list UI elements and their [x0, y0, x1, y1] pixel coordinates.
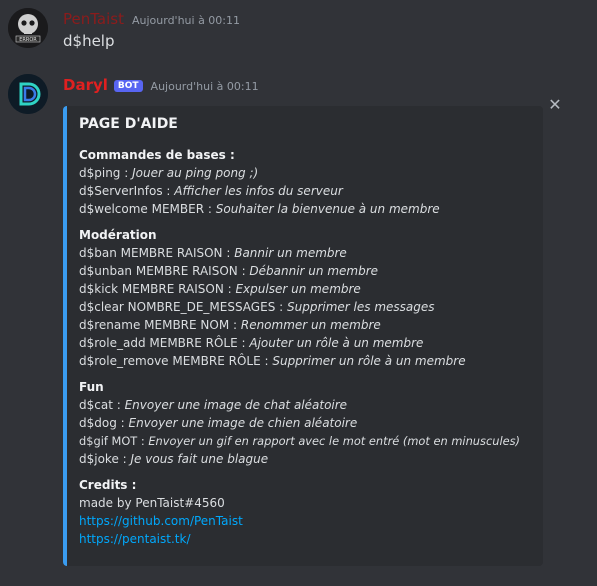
- command-description: Supprimer les messages: [286, 300, 435, 314]
- timestamp[interactable]: Aujourd'hui à 00:11: [151, 80, 259, 93]
- command-description: Renommer un membre: [240, 318, 381, 332]
- command-description: Bannir un membre: [234, 246, 347, 260]
- command-name: d$clear NOMBRE_DE_MESSAGES :: [79, 300, 287, 314]
- credits-made-by: made by PenTaist#4560: [79, 496, 225, 510]
- command-name: d$cat :: [79, 398, 125, 412]
- command-line: d$role_remove MEMBRE RÔLE : Supprimer un…: [79, 352, 533, 370]
- command-line: d$role_add MEMBRE RÔLE : Ajouter un rôle…: [79, 334, 533, 352]
- message-header-2: Daryl BOT Aujourd'hui à 00:11: [63, 76, 259, 94]
- d-logo-avatar-icon: [8, 74, 48, 114]
- section-heading: Fun: [79, 380, 104, 394]
- command-name: d$rename MEMBRE NOM :: [79, 318, 241, 332]
- command-line: d$dog : Envoyer une image de chien aléat…: [79, 414, 533, 432]
- svg-text:ERROR: ERROR: [19, 37, 37, 43]
- command-description: Envoyer une image de chien aléatoire: [128, 416, 358, 430]
- author-name[interactable]: PenTaist: [63, 10, 124, 28]
- command-description: Ajouter un rôle à un membre: [249, 336, 424, 350]
- user-avatar[interactable]: ERROR: [8, 8, 48, 48]
- command-line: d$ping : Jouer au ping pong ;): [79, 164, 533, 182]
- command-line: d$joke : Je vous fait une blague: [79, 450, 533, 468]
- command-line: d$kick MEMBRE RAISON : Expulser un membr…: [79, 280, 533, 298]
- help-embed: PAGE D'AIDE Commandes de bases : d$ping …: [63, 106, 543, 566]
- command-line: d$cat : Envoyer une image de chat aléato…: [79, 396, 533, 414]
- command-line: d$ServerInfos : Afficher les infos du se…: [79, 182, 533, 200]
- command-name: d$dog :: [79, 416, 129, 430]
- bot-tag: BOT: [113, 80, 143, 92]
- bot-avatar[interactable]: [8, 74, 48, 114]
- command-name: d$unban MEMBRE RAISON :: [79, 264, 250, 278]
- command-line: d$gif MOT : Envoyer un gif en rapport av…: [79, 432, 533, 450]
- message-content: d$help: [63, 32, 115, 50]
- command-name: d$joke :: [79, 452, 131, 466]
- embed-body: PAGE D'AIDE Commandes de bases : d$ping …: [79, 114, 533, 548]
- website-link[interactable]: https://pentaist.tk/: [79, 530, 533, 548]
- section-heading: Commandes de bases :: [79, 148, 235, 162]
- credits-heading: Credits :: [79, 478, 137, 492]
- section-heading: Modération: [79, 228, 157, 242]
- command-description: Souhaiter la bienvenue à un membre: [215, 202, 440, 216]
- command-name: d$ban MEMBRE RAISON :: [79, 246, 235, 260]
- command-name: d$welcome MEMBER :: [79, 202, 216, 216]
- command-description: Expulser un membre: [235, 282, 361, 296]
- command-description: Je vous fait une blague: [130, 452, 269, 466]
- command-name: d$role_add MEMBRE RÔLE :: [79, 336, 250, 350]
- command-description: Supprimer un rôle à un membre: [272, 354, 466, 368]
- message-header-1: PenTaist Aujourd'hui à 00:11: [63, 10, 240, 28]
- author-name[interactable]: Daryl: [63, 76, 108, 94]
- embed-title: PAGE D'AIDE: [79, 116, 178, 132]
- command-line: d$unban MEMBRE RAISON : Débannir un memb…: [79, 262, 533, 280]
- command-name: d$role_remove MEMBRE RÔLE :: [79, 354, 273, 368]
- github-link[interactable]: https://github.com/PenTaist: [79, 512, 533, 530]
- command-name: d$kick MEMBRE RAISON :: [79, 282, 236, 296]
- command-description: Jouer au ping pong ;): [132, 166, 259, 180]
- command-description: Envoyer une image de chat aléatoire: [124, 398, 348, 412]
- command-name: d$gif MOT :: [79, 434, 149, 448]
- timestamp[interactable]: Aujourd'hui à 00:11: [132, 14, 240, 27]
- command-line: d$welcome MEMBER : Souhaiter la bienvenu…: [79, 200, 533, 218]
- command-description: Afficher les infos du serveur: [174, 184, 343, 198]
- command-description: Débannir un membre: [249, 264, 379, 278]
- skull-error-avatar-icon: ERROR: [8, 8, 48, 48]
- command-line: d$clear NOMBRE_DE_MESSAGES : Supprimer l…: [79, 298, 533, 316]
- command-line: d$rename MEMBRE NOM : Renommer un membre: [79, 316, 533, 334]
- command-line: d$ban MEMBRE RAISON : Bannir un membre: [79, 244, 533, 262]
- command-description: Envoyer un gif en rapport avec le mot en…: [148, 434, 520, 448]
- command-name: d$ping :: [79, 166, 133, 180]
- command-name: d$ServerInfos :: [79, 184, 175, 198]
- close-icon[interactable]: ✕: [548, 97, 562, 113]
